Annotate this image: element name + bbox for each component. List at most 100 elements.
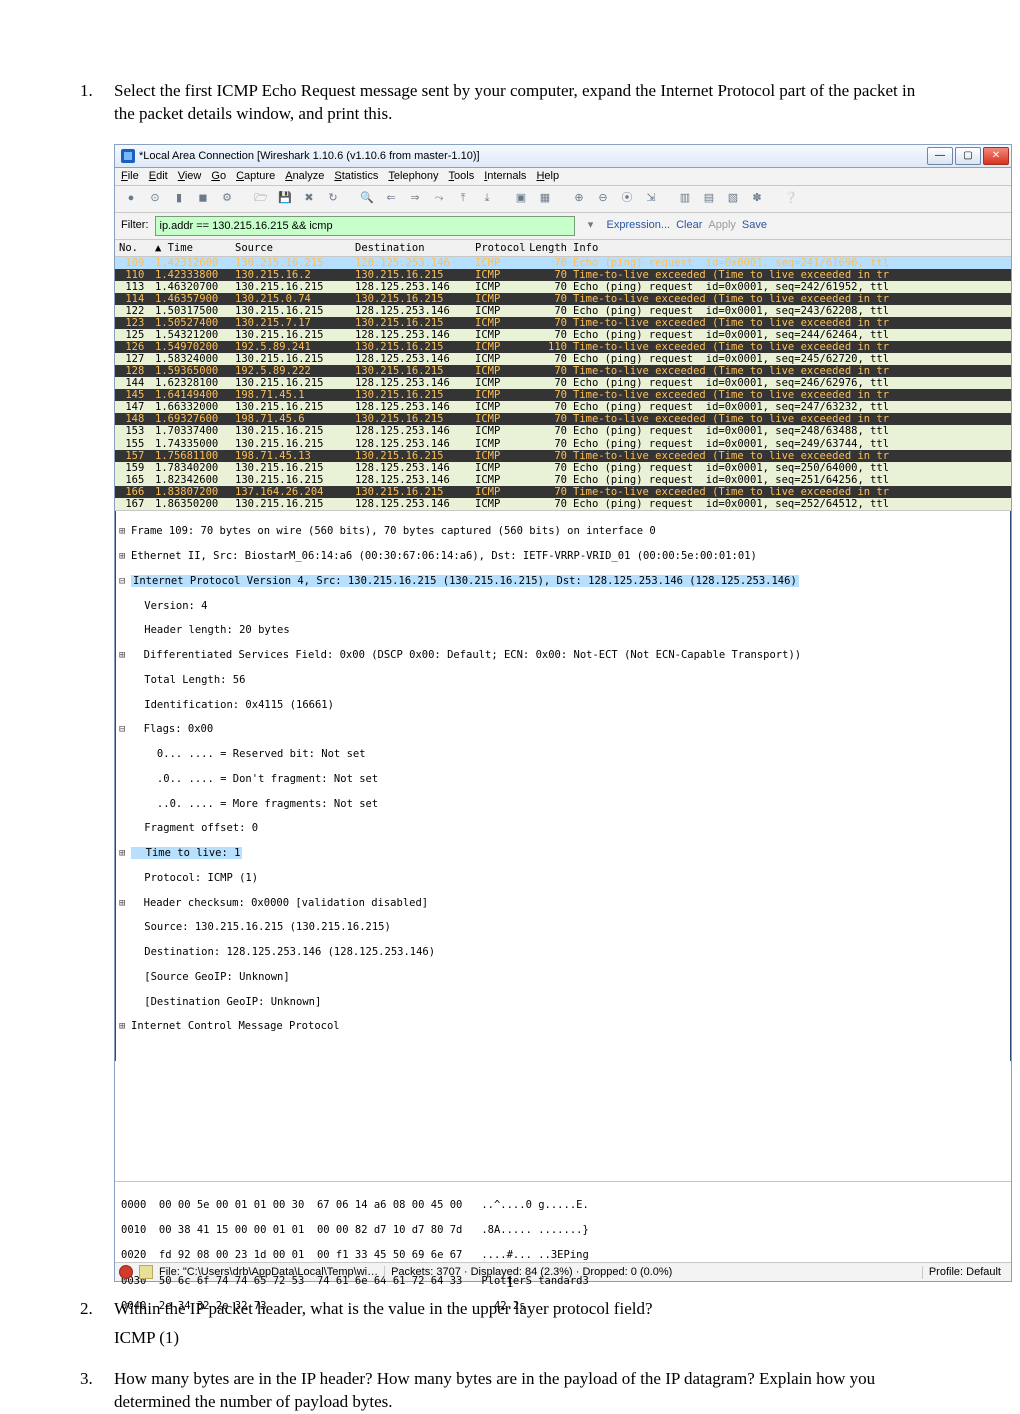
menu-internals[interactable]: Internals (484, 170, 526, 183)
packet-row[interactable]: 1101.42333800130.215.16.2130.215.16.215I… (115, 269, 1011, 281)
app-icon (121, 149, 135, 163)
maximize-button[interactable]: ▢ (955, 147, 981, 165)
reload-icon[interactable]: ↻ (323, 189, 343, 209)
detail-icmp[interactable]: Internet Control Message Protocol (131, 1020, 340, 1032)
q2-number: 2. (80, 1298, 114, 1350)
packet-row[interactable]: 1261.54970200192.5.89.241130.215.16.215I… (115, 341, 1011, 353)
packet-row[interactable]: 1571.75681100198.71.45.13130.215.16.215I… (115, 450, 1011, 462)
packet-row[interactable]: 1271.58324000130.215.16.215128.125.253.1… (115, 353, 1011, 365)
menu-edit[interactable]: Edit (149, 170, 168, 183)
menu-go[interactable]: Go (211, 170, 226, 183)
options-icon[interactable]: ⚙ (217, 189, 237, 209)
hex-pane[interactable]: 0000 00 00 5e 00 01 01 00 30 67 06 14 a6… (115, 1181, 1011, 1262)
q1-text: Select the first ICMP Echo Request messa… (114, 80, 940, 126)
find-icon[interactable]: 🔍 (357, 189, 377, 209)
detail-dsf[interactable]: Differentiated Services Field: 0x00 (DSC… (131, 649, 801, 661)
capture-filter-icon[interactable]: ▥ (675, 189, 695, 209)
go-first-icon[interactable]: ⤒ (453, 189, 473, 209)
menu-analyze[interactable]: Analyze (285, 170, 324, 183)
expression-link[interactable]: Expression... (607, 219, 671, 232)
open-icon[interactable]: 🗁 (251, 189, 271, 209)
detail-ttl[interactable]: Time to live: 1 (131, 847, 242, 859)
hex-line: 0020 fd 92 08 00 23 1d 00 01 00 f1 33 45… (121, 1249, 1005, 1262)
record-icon[interactable]: ● (121, 189, 141, 209)
detail-proto: Protocol: ICMP (1) (119, 872, 1007, 884)
menu-telephony[interactable]: Telephony (388, 170, 438, 183)
hex-line: 0010 00 38 41 15 00 00 01 01 00 00 82 d7… (121, 1224, 1005, 1237)
col-dst[interactable]: Destination (355, 242, 475, 254)
packet-row[interactable]: 1131.46320700130.215.16.215128.125.253.1… (115, 281, 1011, 293)
packet-row[interactable]: 1481.69327600198.71.45.6130.215.16.215IC… (115, 413, 1011, 425)
toolbar: ● ⊙ ▮ ◼ ⚙ 🗁 💾 ✖ ↻ 🔍 ⇐ ⇒ ⤳ ⤒ ⤓ ▣ ▦ ⊕ ⊖ ⦿ … (115, 186, 1011, 213)
col-no[interactable]: No. (119, 242, 155, 254)
zoom-in-icon[interactable]: ⊕ (569, 189, 589, 209)
detail-eth[interactable]: Ethernet II, Src: BiostarM_06:14:a6 (00:… (131, 550, 757, 562)
menu-capture[interactable]: Capture (236, 170, 275, 183)
go-last-icon[interactable]: ⤓ (477, 189, 497, 209)
filter-input[interactable] (155, 216, 575, 236)
help-icon[interactable]: ❔ (781, 189, 801, 209)
packet-row[interactable]: 1231.50527400130.215.7.17130.215.16.215I… (115, 317, 1011, 329)
packet-row[interactable]: 1651.82342600130.215.16.215128.125.253.1… (115, 474, 1011, 486)
menu-statistics[interactable]: Statistics (334, 170, 378, 183)
colorize-icon[interactable]: ▦ (535, 189, 555, 209)
prefs-icon[interactable]: ✽ (747, 189, 767, 209)
detail-flag-df: .0.. .... = Don't fragment: Not set (119, 773, 1007, 785)
menu-tools[interactable]: Tools (449, 170, 475, 183)
detail-cksum[interactable]: Header checksum: 0x0000 [validation disa… (131, 897, 428, 909)
close-button[interactable]: ✕ (983, 147, 1009, 165)
apply-link[interactable]: Apply (708, 219, 736, 232)
restart-icon[interactable]: ▮ (169, 189, 189, 209)
coloring-rules-icon[interactable]: ▧ (723, 189, 743, 209)
col-len[interactable]: Length (523, 242, 573, 254)
col-info[interactable]: Info (573, 242, 1007, 254)
q2-text: Within the IP packet header, what is the… (114, 1298, 940, 1321)
packet-row[interactable]: 1091.42312600130.215.16.215128.125.253.1… (115, 257, 1011, 269)
save-link[interactable]: Save (742, 219, 767, 232)
packet-row[interactable]: 1591.78340200130.215.16.215128.125.253.1… (115, 462, 1011, 474)
q2-answer: ICMP (1) (114, 1327, 940, 1350)
packet-list[interactable]: No. ▲ Time Source Destination Protocol L… (115, 240, 1011, 510)
stop-icon[interactable]: ◼ (193, 189, 213, 209)
packet-row[interactable]: 1141.46357900130.215.0.74130.215.16.215I… (115, 293, 1011, 305)
dropdown-icon[interactable]: ▾ (581, 216, 601, 236)
go-back-icon[interactable]: ⇐ (381, 189, 401, 209)
packet-row[interactable]: 1531.70337400130.215.16.215128.125.253.1… (115, 425, 1011, 437)
autoscroll-icon[interactable]: ▣ (511, 189, 531, 209)
packet-row[interactable]: 1671.86350200130.215.16.215128.125.253.1… (115, 498, 1011, 510)
menu-help[interactable]: Help (536, 170, 559, 183)
detail-frame[interactable]: Frame 109: 70 bytes on wire (560 bits), … (131, 525, 656, 537)
detail-flag-reserved: 0... .... = Reserved bit: Not set (119, 748, 1007, 760)
packet-row[interactable]: 1451.64149400198.71.45.1130.215.16.215IC… (115, 389, 1011, 401)
packet-row[interactable]: 1441.62328100130.215.16.215128.125.253.1… (115, 377, 1011, 389)
packet-row[interactable]: 1471.66332000130.215.16.215128.125.253.1… (115, 401, 1011, 413)
display-filter-icon[interactable]: ▤ (699, 189, 719, 209)
detail-ip[interactable]: Internet Protocol Version 4, Src: 130.21… (131, 575, 799, 587)
go-forward-icon[interactable]: ⇒ (405, 189, 425, 209)
save-icon[interactable]: 💾 (275, 189, 295, 209)
wireshark-window: *Local Area Connection [Wireshark 1.10.6… (114, 144, 1012, 1283)
menu-file[interactable]: File (121, 170, 139, 183)
col-time[interactable]: ▲ Time (155, 242, 235, 254)
packet-row[interactable]: 1281.59365000192.5.89.222130.215.16.215I… (115, 365, 1011, 377)
close-capture-icon[interactable]: ✖ (299, 189, 319, 209)
minimize-button[interactable]: — (927, 147, 953, 165)
packet-row[interactable]: 1661.83807200137.164.26.204130.215.16.21… (115, 486, 1011, 498)
go-to-icon[interactable]: ⤳ (429, 189, 449, 209)
packet-row[interactable]: 1221.50317500130.215.16.215128.125.253.1… (115, 305, 1011, 317)
menu-view[interactable]: View (178, 170, 202, 183)
detail-flags[interactable]: Flags: 0x00 (131, 723, 213, 735)
zoom-out-icon[interactable]: ⊖ (593, 189, 613, 209)
titlebar: *Local Area Connection [Wireshark 1.10.6… (115, 145, 1011, 168)
stop-capture-icon[interactable]: ⊙ (145, 189, 165, 209)
col-prot[interactable]: Protocol (475, 242, 523, 254)
packet-details[interactable]: ⊞Frame 109: 70 bytes on wire (560 bits),… (115, 510, 1011, 1062)
resize-cols-icon[interactable]: ⇲ (641, 189, 661, 209)
zoom-reset-icon[interactable]: ⦿ (617, 189, 637, 209)
packet-row[interactable]: 1251.54321200130.215.16.215128.125.253.1… (115, 329, 1011, 341)
col-src[interactable]: Source (235, 242, 355, 254)
clear-link[interactable]: Clear (676, 219, 702, 232)
packet-row[interactable]: 1551.74335000130.215.16.215128.125.253.1… (115, 438, 1011, 450)
detail-flag-mf: ..0. .... = More fragments: Not set (119, 798, 1007, 810)
packet-list-header[interactable]: No. ▲ Time Source Destination Protocol L… (115, 240, 1011, 257)
